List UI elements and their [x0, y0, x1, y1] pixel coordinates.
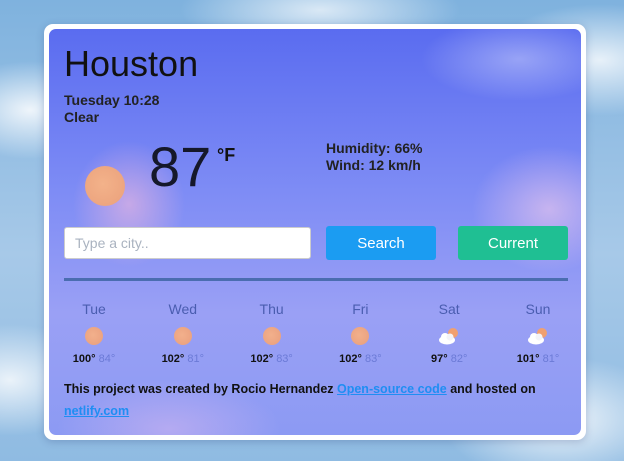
search-button[interactable]: Search — [326, 226, 436, 260]
sun-icon — [262, 327, 281, 345]
forecast-day: Wed 102° 81° — [153, 301, 213, 365]
sun-icon — [173, 327, 192, 345]
current-location-button[interactable]: Current — [458, 226, 568, 260]
forecast-max-temp: 102° — [250, 353, 274, 365]
forecast-min-temp: 82° — [450, 353, 468, 365]
forecast-day-name: Tue — [82, 301, 106, 317]
wind-value: Wind: 12 km/h — [326, 157, 421, 173]
forecast-day-name: Thu — [259, 301, 284, 317]
forecast-max-temp: 101° — [516, 353, 540, 365]
forecast-day-name: Fri — [352, 301, 369, 317]
weather-app-frame: Houston Tuesday 10:28 Clear 87 °F Humidi… — [44, 24, 586, 440]
forecast-min-temp: 83° — [276, 353, 293, 365]
forecast-min-temp: 81° — [542, 353, 560, 365]
date-time: Tuesday 10:28 — [64, 92, 160, 108]
sun-icon — [85, 166, 125, 206]
forecast-min-temp: 81° — [187, 353, 205, 365]
forecast-day: Sat 97° 82° — [419, 301, 479, 365]
forecast-day-name: Sun — [525, 301, 551, 317]
sun-icon — [351, 327, 370, 345]
forecast-max-temp: 100° — [72, 353, 96, 365]
forecast-day: Tue 100° 84° — [64, 301, 124, 365]
weather-condition: Clear — [64, 109, 100, 125]
footer-credit: This project was created by Rocio Hernan… — [64, 378, 569, 422]
forecast-row: Tue 100° 84° Wed 102° 81° Thu 102° 83° F… — [64, 301, 568, 365]
forecast-day: Fri 102° 83° — [330, 301, 390, 365]
sun-icon — [85, 327, 103, 345]
source-code-link[interactable]: Open-source code — [337, 382, 447, 396]
forecast-day-name: Sat — [438, 301, 460, 317]
forecast-day: Thu 102° 83° — [242, 301, 302, 365]
footer-text: and hosted on — [446, 382, 536, 396]
forecast-day-name: Wed — [168, 301, 198, 317]
forecast-day: Sun 101° 81° — [508, 301, 568, 365]
netlify-link[interactable]: netlify.com — [64, 404, 129, 418]
divider — [64, 278, 568, 281]
forecast-min-temp: 83° — [364, 353, 382, 365]
footer-text: This project was created by Rocio Hernan… — [64, 382, 337, 396]
temperature-unit: °F — [217, 145, 236, 165]
city-name: Houston — [64, 43, 199, 84]
forecast-max-temp: 102° — [161, 353, 185, 365]
city-search-input[interactable] — [64, 227, 311, 259]
forecast-max-temp: 97° — [431, 353, 448, 365]
weather-card: Houston Tuesday 10:28 Clear 87 °F Humidi… — [49, 29, 581, 435]
current-temperature: 87 — [149, 135, 212, 198]
cloud-sun-icon — [508, 321, 568, 351]
cloud-sun-icon — [419, 321, 479, 351]
forecast-max-temp: 102° — [339, 353, 362, 365]
forecast-min-temp: 84° — [98, 353, 116, 365]
humidity-value: Humidity: 66% — [326, 140, 423, 156]
